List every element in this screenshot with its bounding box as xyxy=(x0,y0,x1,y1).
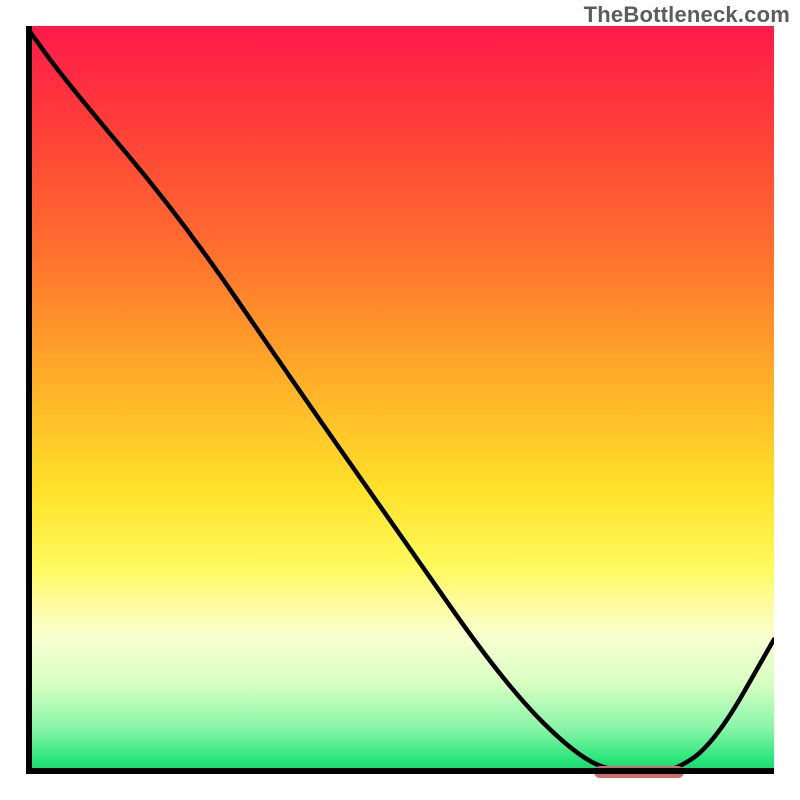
chart-canvas: TheBottleneck.com xyxy=(0,0,800,800)
plot-background-gradient xyxy=(26,26,774,774)
attribution-text: TheBottleneck.com xyxy=(584,2,790,28)
